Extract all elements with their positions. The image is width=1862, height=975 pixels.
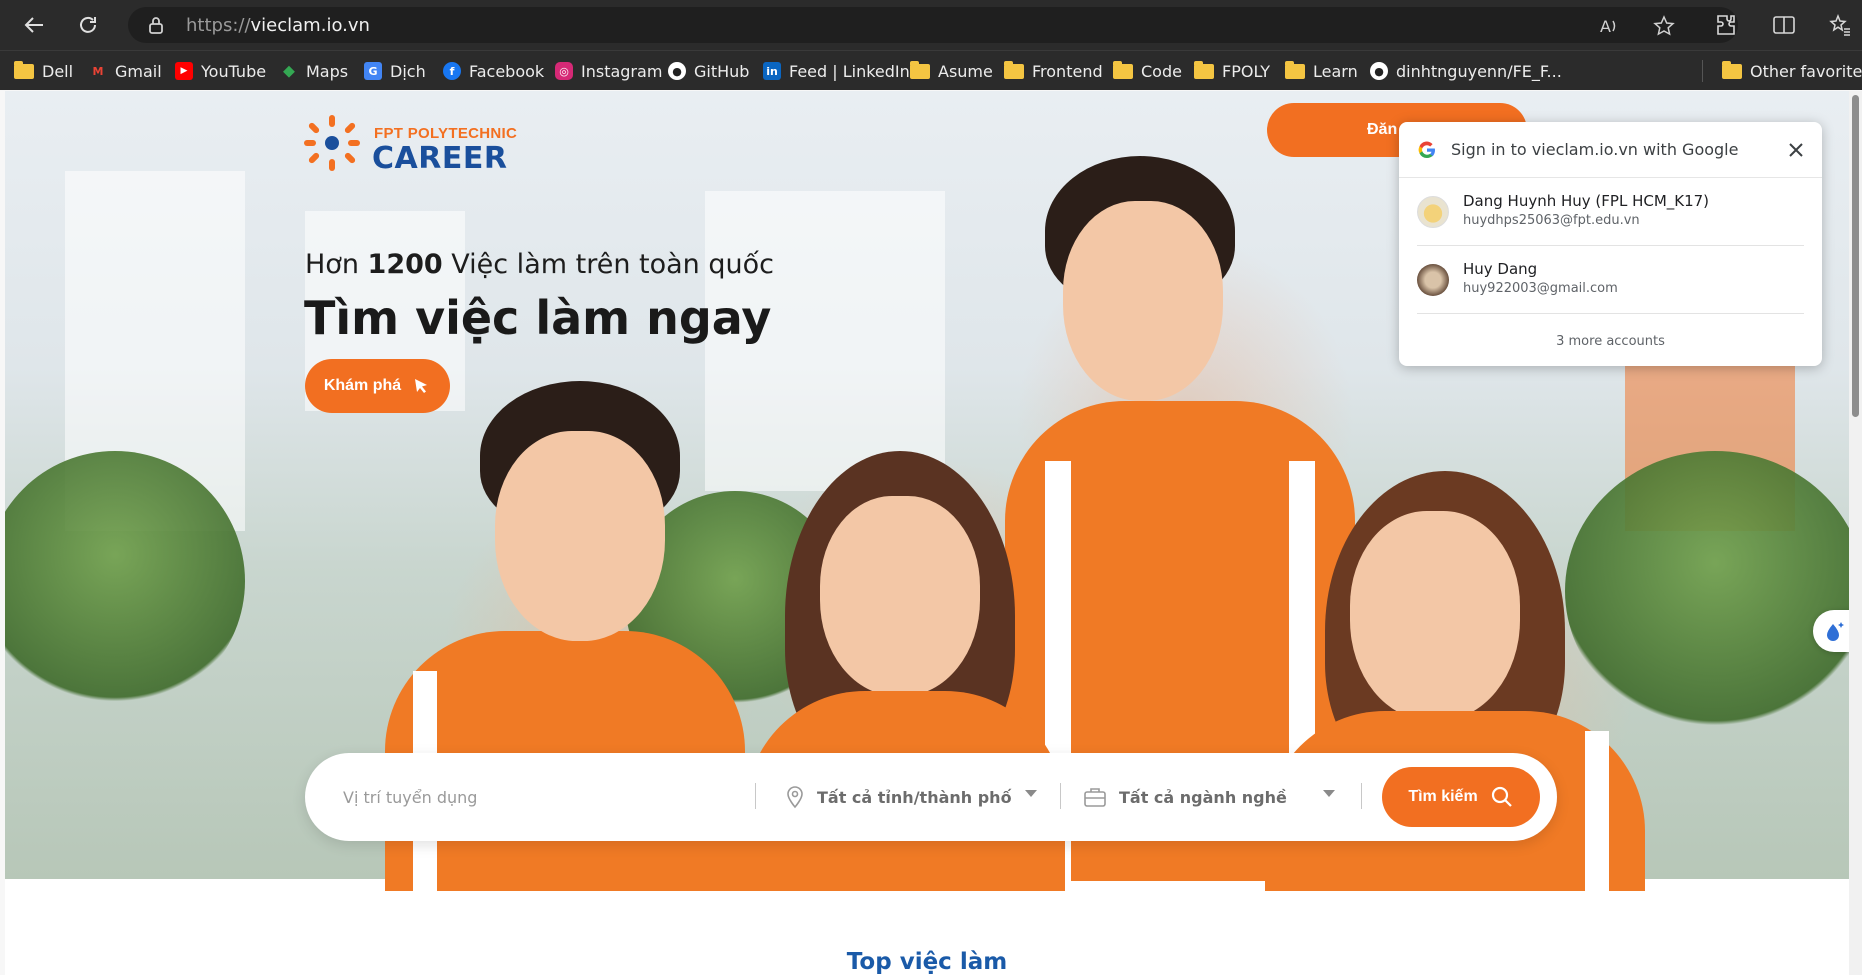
back-button[interactable]: [18, 9, 50, 41]
facebook-icon: f: [443, 62, 461, 80]
google-signin-popup: Sign in to vieclam.io.vn with Google Dan…: [1399, 122, 1822, 366]
chevron-down-icon[interactable]: [1323, 790, 1335, 797]
search-icon: [1491, 786, 1512, 807]
bookmark-dell[interactable]: Dell: [14, 59, 73, 83]
account-email: huy922003@gmail.com: [1463, 281, 1618, 296]
github-icon: ●: [1370, 62, 1388, 80]
search-divider: [755, 783, 756, 809]
location-pin-icon: [787, 786, 803, 809]
browser-toolbar: https://vieclam.io.vn A: [0, 0, 1862, 50]
account-name: Huy Dang: [1463, 260, 1538, 278]
split-screen-icon[interactable]: [1771, 12, 1797, 38]
more-accounts-link[interactable]: 3 more accounts: [1399, 334, 1822, 349]
svg-text:A: A: [1600, 17, 1611, 36]
account-name: Dang Huynh Huy (FPL HCM_K17): [1463, 192, 1710, 210]
student-face: [1063, 201, 1223, 401]
bookmark-facebook[interactable]: f Facebook: [443, 59, 544, 83]
student-face: [495, 431, 665, 641]
bookmarks-bar: Dell M Gmail ▶ YouTube ⬥ Maps G Dịch f Facebo…: [0, 50, 1862, 90]
read-aloud-icon[interactable]: A: [1598, 15, 1620, 37]
explore-button[interactable]: Khám phá: [305, 359, 450, 413]
bookmark-frontend[interactable]: Frontend: [1004, 59, 1103, 83]
bookmark-asume[interactable]: Asume: [910, 59, 993, 83]
refresh-icon: [80, 16, 96, 33]
folder-icon: [910, 60, 930, 79]
account-item[interactable]: Huy Dang huy922003@gmail.com: [1417, 248, 1804, 314]
bookmark-maps[interactable]: ⬥ Maps: [280, 59, 348, 83]
close-button[interactable]: [1782, 136, 1810, 164]
folder-icon: [1285, 60, 1305, 79]
maps-icon: ⬥: [283, 61, 295, 80]
student-face: [820, 496, 980, 696]
location-select[interactable]: Tất cả tỉnh/thành phố: [785, 777, 1012, 817]
hero-subtitle: Hơn 1200 Việc làm trên toàn quốc: [305, 249, 774, 280]
folder-icon: [1113, 60, 1133, 79]
bookmark-github[interactable]: ● GitHub: [668, 59, 749, 83]
bookmark-instagram[interactable]: ◎ Instagram: [555, 59, 662, 83]
avatar: [1417, 264, 1449, 296]
student-face: [1350, 511, 1520, 721]
account-email: huydhps25063@fpt.edu.vn: [1463, 213, 1640, 228]
floating-assistant-button[interactable]: [1813, 610, 1849, 652]
popup-header: Sign in to vieclam.io.vn with Google: [1399, 122, 1822, 178]
bookmark-youtube[interactable]: ▶ YouTube: [175, 59, 266, 83]
favorites-icon[interactable]: [1826, 12, 1852, 38]
lock-icon: [149, 17, 163, 34]
youtube-icon: ▶: [175, 62, 193, 80]
bookmark-fpoly[interactable]: FPOLY: [1194, 59, 1270, 83]
refresh-button[interactable]: [72, 9, 104, 41]
extensions-icon[interactable]: [1713, 12, 1739, 38]
translate-icon: G: [364, 62, 382, 80]
plant-decoration: [1565, 451, 1849, 731]
linkedin-icon: in: [763, 62, 781, 80]
fpt-logo-icon: [304, 115, 360, 171]
bookmark-learn[interactable]: Learn: [1285, 59, 1358, 83]
search-divider: [1361, 783, 1362, 809]
search-divider: [1060, 783, 1061, 809]
bookmark-linkedin[interactable]: in Feed | LinkedIn: [763, 59, 910, 83]
folder-icon: [1722, 60, 1742, 79]
sparkle-drop-icon: [1827, 622, 1844, 641]
folder-icon: [1194, 60, 1214, 79]
avatar: [1417, 196, 1449, 228]
bookmark-github-repo[interactable]: ● dinhtnguyenn/FE_F...: [1370, 59, 1562, 83]
gmail-icon: M: [92, 64, 104, 78]
google-logo-icon: [1418, 141, 1435, 159]
star-favorite-icon[interactable]: [1653, 15, 1675, 37]
back-arrow-icon: [24, 17, 43, 33]
job-position-input[interactable]: [343, 779, 723, 815]
github-icon: ●: [668, 62, 686, 80]
bookmark-gmail[interactable]: M Gmail: [89, 59, 162, 83]
bookmarks-divider: [1702, 60, 1703, 82]
bookmark-code[interactable]: Code: [1113, 59, 1182, 83]
briefcase-icon: [1084, 788, 1106, 807]
site-logo[interactable]: FPT POLYTECHNIC CAREER: [302, 111, 532, 181]
folder-icon: [1004, 60, 1024, 79]
hero-title: Tìm việc làm ngay: [304, 291, 772, 345]
address-bar[interactable]: https://vieclam.io.vn A: [128, 7, 1738, 43]
job-search-bar: Tất cả tỉnh/thành phố Tất cả ngành nghề …: [305, 753, 1557, 841]
search-button[interactable]: Tìm kiếm: [1382, 767, 1540, 827]
page-scrollbar[interactable]: [1849, 91, 1862, 975]
folder-icon: [14, 60, 34, 79]
industry-select[interactable]: Tất cả ngành nghề: [1083, 777, 1287, 817]
chevron-down-icon[interactable]: [1025, 790, 1037, 797]
popup-title: Sign in to vieclam.io.vn with Google: [1451, 140, 1739, 159]
account-item[interactable]: Dang Huynh Huy (FPL HCM_K17) huydhps2506…: [1417, 180, 1804, 246]
bookmark-translate[interactable]: G Dịch: [364, 59, 426, 83]
bookmark-other-favorites[interactable]: Other favorites: [1722, 59, 1862, 83]
scrollbar-thumb[interactable]: [1852, 95, 1859, 417]
close-icon: [1789, 143, 1803, 157]
instagram-icon: ◎: [555, 62, 573, 80]
url-text: https://vieclam.io.vn: [186, 15, 370, 36]
top-jobs-heading: Top việc làm: [846, 949, 1008, 975]
cursor-click-icon: [415, 379, 428, 393]
